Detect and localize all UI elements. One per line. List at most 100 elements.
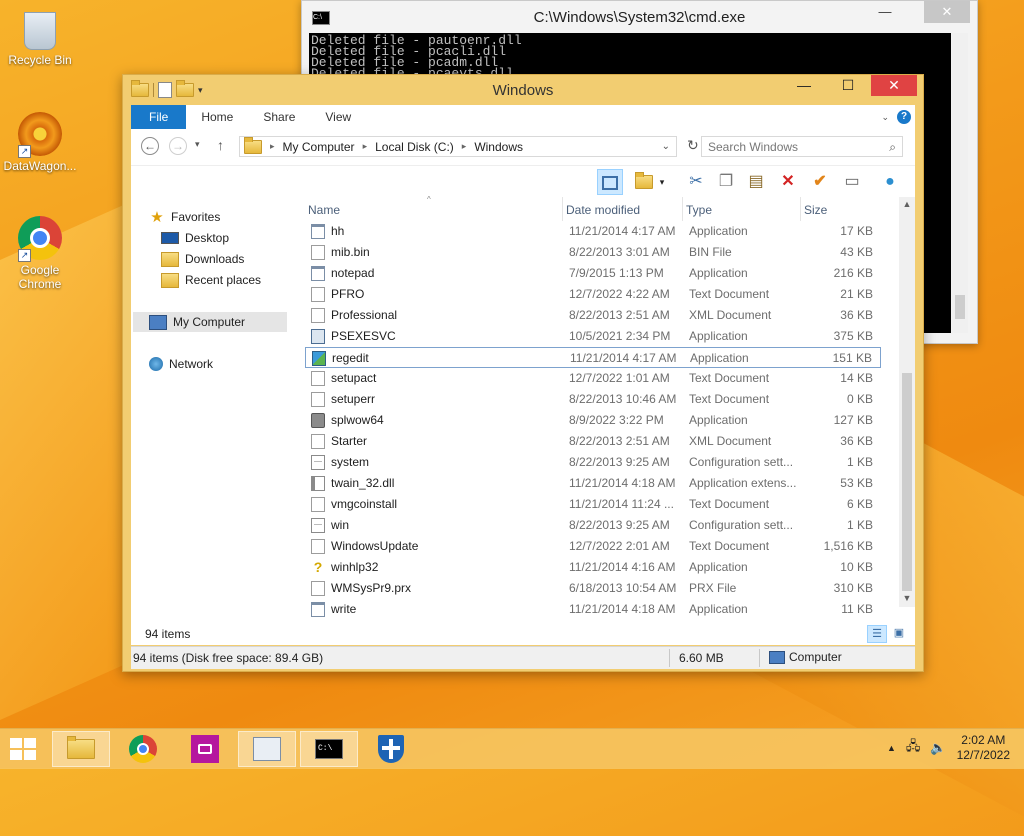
file-date: 6/18/2013 10:54 AM [569,581,677,595]
file-row[interactable]: splwow64 8/9/2022 3:22 PM Application 127 K… [305,410,881,431]
camera-icon [191,735,219,763]
up-button[interactable]: ↑ [217,137,224,153]
rename-icon[interactable]: ▭ [839,169,865,195]
scroll-thumb[interactable] [955,295,965,319]
breadcrumb-my-computer[interactable]: My Computer [283,140,355,154]
column-header-size[interactable]: Size [801,197,881,221]
file-row[interactable]: win 8/22/2013 9:25 AM Configuration sett..… [305,515,881,536]
nav-desktop[interactable]: Desktop [161,228,229,248]
file-name: write [331,602,357,616]
tab-file[interactable]: File [131,105,187,129]
desktop-icon-label: DataWagon... [3,159,77,173]
forward-button[interactable]: → [169,137,187,155]
file-row[interactable]: PFRO 12/7/2022 4:22 AM Text Document 21 KB [305,284,881,305]
organize-icon[interactable] [631,169,657,195]
globe-icon[interactable]: ● [877,169,903,195]
tab-share[interactable]: Share [248,105,310,129]
file-row[interactable]: mib.bin 8/22/2013 3:01 AM BIN File 43 KB [305,242,881,263]
minimize-button[interactable]: — [862,1,908,23]
file-row[interactable]: twain_32.dll 11/21/2014 4:18 AM Applicatio… [305,473,881,494]
chevron-right-icon[interactable]: ▸ [363,141,368,152]
file-name: twain_32.dll [331,476,395,490]
network-icon[interactable]: 🖧 [906,737,921,759]
downloads-icon [161,251,179,267]
nav-downloads[interactable]: Downloads [161,249,244,269]
file-row[interactable]: WindowsUpdate 12/7/2022 2:01 AM Text Docum… [305,536,881,557]
desktop-icon-datawagon[interactable]: ↗ DataWagon... [2,112,78,173]
nav-network[interactable]: Network [149,354,213,374]
address-bar[interactable]: ▸ My Computer ▸ Local Disk (C:) ▸ Window… [239,136,677,157]
taskbar-resource-monitor[interactable] [238,731,296,767]
breadcrumb-local-disk[interactable]: Local Disk (C:) [375,140,454,154]
maximize-button[interactable]: ☐ [825,75,871,96]
volume-icon[interactable]: 🔈 [930,740,946,756]
file-row[interactable]: vmgcoinstall 11/21/2014 11:24 ... Text Doc… [305,494,881,515]
file-row[interactable]: ? winhlp32 11/21/2014 4:16 AM Application 10… [305,557,881,578]
column-header-type[interactable]: Type [683,197,801,221]
file-row[interactable]: PSEXESVC 10/5/2021 2:34 PM Application 375 … [305,326,881,347]
search-input[interactable]: Search Windows ⌕ [701,136,903,157]
preview-pane-icon[interactable] [597,169,623,195]
nav-recent-places[interactable]: Recent places [161,270,261,290]
cmd-scrollbar[interactable] [952,33,968,333]
recent-locations-icon[interactable]: ▾ [195,139,200,150]
file-date: 8/22/2013 9:25 AM [569,518,670,532]
minimize-button[interactable]: — [781,75,827,96]
large-icons-view-button[interactable]: ▣ [889,625,909,643]
help-icon[interactable]: ? [897,110,911,124]
taskbar-file-explorer[interactable] [52,731,110,767]
chevron-up-icon[interactable]: ▲ [887,743,896,753]
close-button[interactable]: ✕ [924,1,970,23]
scroll-up-icon[interactable]: ▲ [899,199,915,209]
file-row[interactable]: WMSysPr9.prx 6/18/2013 10:54 AM PRX File 31… [305,578,881,599]
file-name: vmgcoinstall [331,497,398,511]
file-row[interactable]: hh 11/21/2014 4:17 AM Application 17 KB [305,221,881,242]
scroll-down-icon[interactable]: ▼ [899,593,915,603]
scroll-thumb[interactable] [902,373,912,591]
chevron-down-icon[interactable]: ⌄ [662,141,676,152]
cmd-title-bar[interactable]: C:\ C:\Windows\System32\cmd.exe — ✕ [302,1,977,33]
file-row[interactable]: system 8/22/2013 9:25 AM Configuration set… [305,452,881,473]
file-row[interactable]: setupact 12/7/2022 1:01 AM Text Document 14… [305,368,881,389]
file-size: 0 KB [846,392,873,406]
file-type: Application [689,413,748,427]
delete-icon[interactable]: ✕ [775,169,801,195]
expand-ribbon-icon[interactable]: ⌄ [881,112,889,123]
breadcrumb-windows[interactable]: Windows [474,140,523,154]
nav-my-computer[interactable]: My Computer [133,312,287,332]
clock[interactable]: 2:02 AM 12/7/2022 [957,733,1010,763]
taskbar-cmd[interactable]: C:\ [300,731,358,767]
checkmark-icon[interactable]: ✔ [807,169,833,195]
paste-icon[interactable]: ▤ [743,169,769,195]
explorer-title-bar[interactable]: ▾ Windows — ☐ ✕ [123,75,923,105]
chevron-right-icon[interactable]: ▸ [270,141,275,152]
taskbar-camera[interactable] [176,731,234,767]
copy-icon[interactable]: ❐ [713,169,739,195]
chevron-right-icon[interactable]: ▸ [462,141,467,152]
taskbar-defender[interactable] [362,731,420,767]
file-row[interactable]: regedit 11/21/2014 4:17 AM Application 151 … [305,347,881,368]
explorer-window[interactable]: ▾ Windows — ☐ ✕ File Home Share View ⌄ ?… [122,74,924,672]
file-row[interactable]: write 11/21/2014 4:18 AM Application 11 KB [305,599,881,620]
taskbar-chrome[interactable] [114,731,172,767]
file-row[interactable]: notepad 7/9/2015 1:13 PM Application 216 KB [305,263,881,284]
cut-icon[interactable]: ✂ [683,169,709,195]
desktop-icon-recycle-bin[interactable]: Recycle Bin [2,6,78,67]
desktop-icon-chrome[interactable]: ↗ Google Chrome [2,216,78,291]
nav-favorites[interactable]: ★ Favorites [149,207,220,227]
start-button[interactable] [10,738,36,760]
tab-home[interactable]: Home [186,105,248,129]
details-view-button[interactable]: ☰ [867,625,887,643]
chevron-down-icon[interactable]: ▾ [655,169,669,195]
column-header-date[interactable]: Date modified [563,197,683,221]
refresh-icon[interactable]: ↻ [687,137,699,154]
close-button[interactable]: ✕ [871,75,917,96]
file-list-scrollbar[interactable]: ▲ ▼ [899,197,915,607]
file-row[interactable]: setuperr 8/22/2013 10:46 AM Text Document 0… [305,389,881,410]
file-date: 12/7/2022 4:22 AM [569,287,670,301]
file-row[interactable]: Starter 8/22/2013 2:51 AM XML Document 36 K… [305,431,881,452]
tab-view[interactable]: View [310,105,366,129]
column-header-name[interactable]: Name [305,197,563,221]
file-row[interactable]: Professional 8/22/2013 2:51 AM XML Documen… [305,305,881,326]
back-button[interactable]: ← [141,137,159,155]
